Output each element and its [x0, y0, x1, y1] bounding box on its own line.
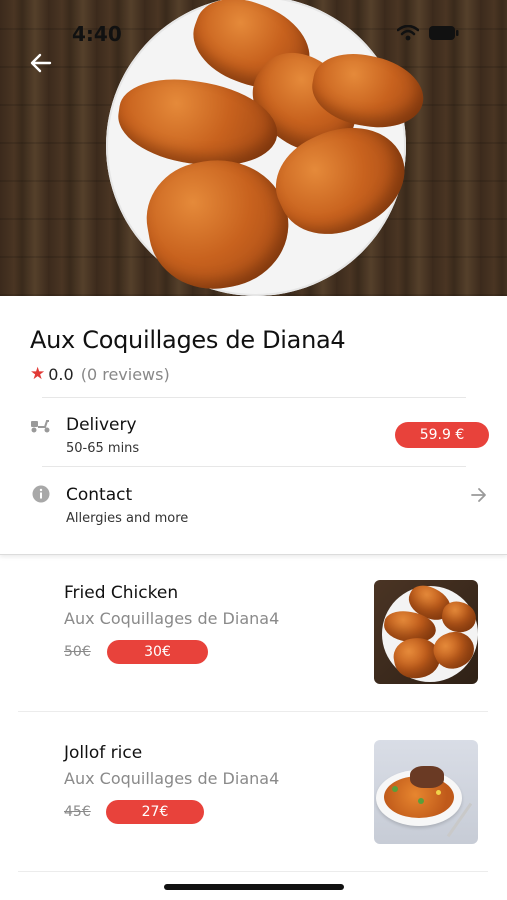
divider: [42, 397, 466, 398]
item-old-price: 45€: [64, 804, 91, 820]
divider: [18, 871, 488, 872]
divider: [18, 711, 488, 712]
rating-value: 0.0: [48, 364, 74, 384]
restaurant-info-card: Aux Coquillages de Diana4 ★ 0.0 (0 revie…: [0, 296, 507, 555]
status-icons: [396, 24, 459, 45]
review-count: (0 reviews): [80, 364, 170, 384]
menu-item[interactable]: Fried Chicken Aux Coquillages de Diana4 …: [0, 556, 507, 716]
item-thumbnail: [374, 580, 478, 684]
info-icon: [30, 483, 52, 505]
contact-title: Contact: [66, 485, 133, 505]
delivery-time: 50-65 mins: [66, 441, 140, 456]
menu-item[interactable]: Jollof rice Aux Coquillages de Diana4 45…: [0, 716, 507, 876]
status-time: 4:40: [72, 22, 122, 46]
item-price-badge: 30€: [107, 640, 208, 664]
home-indicator: [164, 884, 344, 890]
item-old-price: 50€: [64, 644, 91, 660]
delivery-price-badge: 59.9 €: [395, 422, 489, 448]
contact-subtitle: Allergies and more: [66, 511, 189, 526]
wifi-icon: [396, 24, 420, 45]
restaurant-name: Aux Coquillages de Diana4: [30, 326, 346, 354]
rating[interactable]: ★ 0.0 (0 reviews): [30, 364, 170, 384]
item-restaurant: Aux Coquillages de Diana4: [64, 609, 280, 628]
item-name: Fried Chicken: [64, 583, 179, 603]
divider: [42, 466, 466, 467]
item-price-badge: 27€: [106, 800, 204, 824]
hero-image: 4:40: [0, 0, 507, 296]
item-name: Jollof rice: [64, 743, 143, 763]
back-button[interactable]: [26, 50, 56, 80]
back-arrow-icon: [30, 53, 52, 77]
item-restaurant: Aux Coquillages de Diana4: [64, 769, 280, 788]
item-thumbnail: [374, 740, 478, 844]
delivery-title: Delivery: [66, 415, 137, 435]
battery-icon: [429, 25, 459, 45]
star-icon: ★: [30, 364, 46, 384]
arrow-right-icon[interactable]: [468, 484, 490, 506]
scooter-icon: [30, 414, 52, 436]
